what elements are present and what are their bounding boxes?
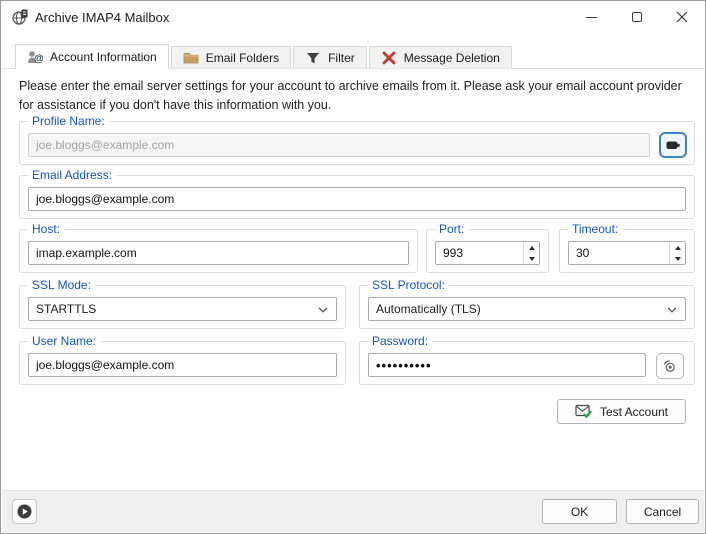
ok-button[interactable]: OK xyxy=(542,499,617,524)
profile-name-label: Profile Name: xyxy=(28,114,109,128)
envelope-check-icon xyxy=(575,404,592,419)
port-group: Port: xyxy=(426,229,549,273)
eye-icon xyxy=(662,358,678,374)
password-label: Password: xyxy=(368,334,432,348)
profile-name-group: Profile Name: xyxy=(19,121,695,165)
user-name-label: User Name: xyxy=(28,334,100,348)
user-name-input[interactable] xyxy=(28,353,337,377)
tab-account-information[interactable]: @ Account Information xyxy=(15,44,169,69)
tab-label: Email Folders xyxy=(206,51,279,65)
archive-imap4-mailbox-dialog: Archive IMAP4 Mailbox @ Account Informat… xyxy=(0,0,706,534)
port-label: Port: xyxy=(435,222,468,236)
spin-down-icon xyxy=(675,257,681,261)
tab-label: Message Deletion xyxy=(404,51,500,65)
svg-text:@: @ xyxy=(34,54,43,65)
host-label: Host: xyxy=(28,222,64,236)
host-input[interactable] xyxy=(28,241,409,265)
email-address-input[interactable] xyxy=(28,187,686,211)
timeout-spinner xyxy=(669,242,685,264)
window-title: Archive IMAP4 Mailbox xyxy=(35,10,169,25)
spin-up-icon xyxy=(675,246,681,250)
spin-down-icon xyxy=(529,257,535,261)
chevron-down-icon xyxy=(667,307,677,313)
ssl-mode-value: STARTTLS xyxy=(36,302,96,316)
close-icon xyxy=(676,11,688,23)
tab-filter[interactable]: Filter xyxy=(293,46,367,68)
instructions-text: Please enter the email server settings f… xyxy=(19,77,691,115)
tab-message-deletion[interactable]: Message Deletion xyxy=(369,46,512,68)
filter-funnel-icon xyxy=(305,50,321,66)
timeout-spinner-down[interactable] xyxy=(670,253,685,264)
reveal-password-button[interactable] xyxy=(656,353,684,379)
ssl-mode-group: SSL Mode: STARTTLS xyxy=(19,285,346,329)
cancel-label: Cancel xyxy=(644,505,681,519)
maximize-icon xyxy=(632,12,642,22)
ssl-mode-select[interactable]: STARTTLS xyxy=(28,297,337,321)
profile-name-input xyxy=(28,133,650,157)
timeout-spinner-up[interactable] xyxy=(670,242,685,253)
titlebar: Archive IMAP4 Mailbox xyxy=(1,1,705,33)
cancel-button[interactable]: Cancel xyxy=(626,499,699,524)
tab-label: Filter xyxy=(328,51,355,65)
rename-profile-button[interactable] xyxy=(659,132,687,158)
minimize-icon xyxy=(586,17,597,18)
host-group: Host: xyxy=(19,229,418,273)
account-at-icon: @ xyxy=(27,49,43,65)
ssl-mode-label: SSL Mode: xyxy=(28,278,95,292)
maximize-button[interactable] xyxy=(614,1,660,33)
test-account-button[interactable]: Test Account xyxy=(557,399,686,424)
tab-email-folders[interactable]: Email Folders xyxy=(171,46,291,68)
mailbox-globe-icon xyxy=(11,8,29,26)
test-account-label: Test Account xyxy=(600,405,668,419)
footer-bar: OK Cancel xyxy=(2,490,704,532)
play-circle-icon xyxy=(16,503,33,520)
email-address-label: Email Address: xyxy=(28,168,116,182)
ok-label: OK xyxy=(571,505,588,519)
chevron-down-icon xyxy=(318,307,328,313)
red-x-icon xyxy=(381,50,397,66)
rename-tag-icon xyxy=(665,137,681,153)
play-help-button[interactable] xyxy=(12,499,37,524)
email-address-group: Email Address: xyxy=(19,175,695,219)
port-spinner xyxy=(523,242,539,264)
port-spinner-up[interactable] xyxy=(524,242,539,253)
tabstrip: @ Account Information Email Folders Filt… xyxy=(15,44,512,69)
tab-label: Account Information xyxy=(50,50,157,64)
port-spinner-down[interactable] xyxy=(524,253,539,264)
minimize-button[interactable] xyxy=(568,1,614,33)
spin-up-icon xyxy=(529,246,535,250)
folder-icon xyxy=(183,50,199,66)
password-group: Password: xyxy=(359,341,695,385)
close-button[interactable] xyxy=(659,1,705,33)
ssl-protocol-group: SSL Protocol: Automatically (TLS) xyxy=(359,285,695,329)
ssl-protocol-label: SSL Protocol: xyxy=(368,278,449,292)
user-name-group: User Name: xyxy=(19,341,346,385)
ssl-protocol-value: Automatically (TLS) xyxy=(376,302,481,316)
ssl-protocol-select[interactable]: Automatically (TLS) xyxy=(368,297,686,321)
password-input[interactable] xyxy=(368,353,646,377)
timeout-group: Timeout: xyxy=(559,229,695,273)
timeout-label: Timeout: xyxy=(568,222,622,236)
